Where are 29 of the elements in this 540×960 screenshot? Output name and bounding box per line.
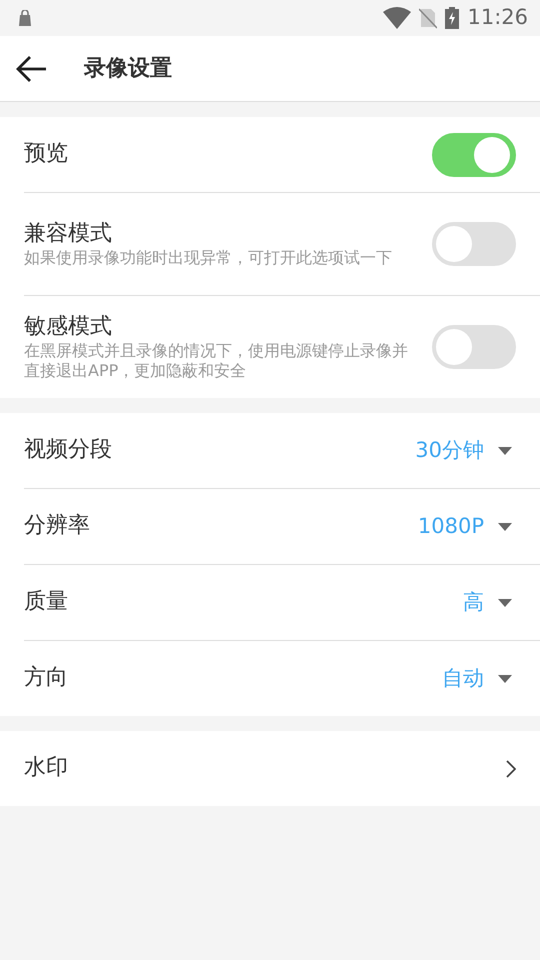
toggle-switch[interactable] bbox=[432, 222, 516, 266]
setting-label: 敏感模式 bbox=[24, 312, 113, 341]
dropdown-value[interactable]: 自动 bbox=[442, 662, 484, 694]
dropdown-caret-icon[interactable] bbox=[498, 446, 512, 454]
toggle-switch[interactable] bbox=[432, 132, 516, 176]
page-title: 录像设置 bbox=[84, 55, 172, 83]
bag-icon bbox=[18, 10, 32, 26]
dropdown-caret-icon[interactable] bbox=[498, 674, 512, 682]
wifi-icon bbox=[383, 7, 412, 29]
setting-label: 分辨率 bbox=[24, 512, 91, 540]
chevron-right-icon[interactable] bbox=[506, 760, 516, 778]
setting-label: 方向 bbox=[24, 664, 69, 692]
status-time: 11:26 bbox=[467, 4, 528, 32]
setting-label: 预览 bbox=[24, 140, 69, 168]
back-arrow-icon[interactable] bbox=[16, 54, 48, 82]
setting-label: 视频分段 bbox=[24, 436, 113, 464]
dropdown-caret-icon[interactable] bbox=[498, 598, 512, 606]
dropdown-value[interactable]: 30分钟 bbox=[415, 434, 484, 466]
battery-charging-icon bbox=[445, 7, 460, 29]
setting-description: 在黑屏模式并且录像的情况下，使用电源键停止录像并直接退出APP，更加隐蔽和安全 bbox=[24, 341, 409, 382]
setting-description: 如果使用录像功能时出现异常，可打开此选项试一下 bbox=[24, 248, 393, 268]
dropdown-value[interactable]: 高 bbox=[463, 586, 484, 618]
no-sim-icon bbox=[419, 7, 438, 29]
dropdown-value[interactable]: 1080P bbox=[418, 510, 484, 542]
setting-label: 水印 bbox=[24, 754, 69, 782]
toggle-switch[interactable] bbox=[432, 325, 516, 369]
setting-label: 质量 bbox=[24, 588, 69, 616]
setting-label: 兼容模式 bbox=[24, 220, 113, 248]
dropdown-caret-icon[interactable] bbox=[498, 522, 512, 530]
